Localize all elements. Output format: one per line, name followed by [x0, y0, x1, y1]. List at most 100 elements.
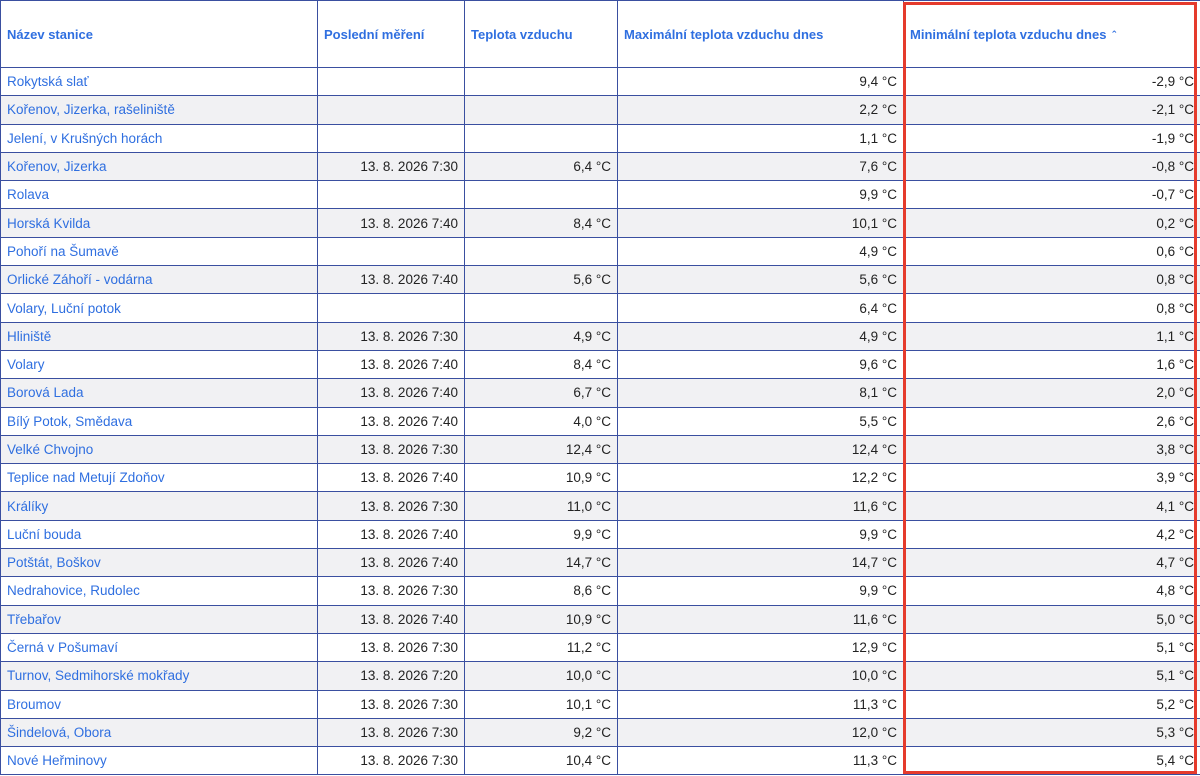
air-temperature-cell: 9,2 °C	[464, 717, 618, 748]
max-temperature-cell: 10,0 °C	[617, 661, 904, 691]
last-measurement-cell: 13. 8. 2026 7:30	[317, 746, 465, 776]
max-temperature-cell: 11,3 °C	[617, 689, 904, 719]
column-header-last-measurement[interactable]: Poslední měření	[317, 0, 465, 68]
air-temperature-cell: 4,0 °C	[464, 406, 618, 436]
air-temperature-cell	[464, 293, 618, 323]
column-header-station-label: Název stanice	[7, 26, 93, 42]
table-row: Borová Lada 13. 8. 2026 7:40 6,7 °C 8,1 °C 2…	[0, 378, 1200, 408]
column-header-max-temperature[interactable]: Maximální teplota vzduchu dnes	[617, 0, 904, 68]
table-body: Rokytská slať 9,4 °C -2,9 °C Kořenov, Jizer…	[0, 66, 1200, 776]
min-temperature-cell: -0,7 °C	[903, 180, 1200, 210]
column-header-last-label: Poslední měření	[324, 26, 425, 42]
min-temperature-cell: 4,2 °C	[903, 519, 1200, 550]
station-name-link[interactable]: Rolava	[0, 180, 318, 210]
station-name-link[interactable]: Bílý Potok, Smědava	[0, 406, 318, 436]
station-name-link[interactable]: Volary	[0, 349, 318, 380]
max-temperature-cell: 11,3 °C	[617, 746, 904, 776]
min-temperature-cell: 1,1 °C	[903, 321, 1200, 351]
air-temperature-cell: 8,4 °C	[464, 208, 618, 238]
last-measurement-cell	[317, 66, 465, 97]
table-row: Kořenov, Jizerka 13. 8. 2026 7:30 6,4 °C 7,…	[0, 151, 1200, 182]
table-row: Nedrahovice, Rudolec 13. 8. 2026 7:30 8,6 …	[0, 576, 1200, 606]
station-name-link[interactable]: Nové Heřminovy	[0, 746, 318, 776]
min-temperature-cell: -2,1 °C	[903, 95, 1200, 125]
station-name-link[interactable]: Horská Kvilda	[0, 208, 318, 238]
station-name-link[interactable]: Broumov	[0, 689, 318, 719]
station-name-link[interactable]: Kořenov, Jizerka, rašeliniště	[0, 95, 318, 125]
last-measurement-cell: 13. 8. 2026 7:40	[317, 406, 465, 436]
air-temperature-cell: 10,9 °C	[464, 604, 618, 634]
min-temperature-cell: 5,0 °C	[903, 604, 1200, 634]
table-row: Velké Chvojno 13. 8. 2026 7:30 12,4 °C 12,4…	[0, 434, 1200, 465]
air-temperature-cell: 8,4 °C	[464, 349, 618, 380]
air-temperature-cell: 4,9 °C	[464, 321, 618, 351]
min-temperature-cell: 1,6 °C	[903, 349, 1200, 380]
station-name-link[interactable]: Kořenov, Jizerka	[0, 151, 318, 182]
station-name-link[interactable]: Luční bouda	[0, 519, 318, 550]
min-temperature-cell: -1,9 °C	[903, 123, 1200, 153]
max-temperature-cell: 8,1 °C	[617, 378, 904, 408]
last-measurement-cell: 13. 8. 2026 7:30	[317, 434, 465, 465]
column-header-station[interactable]: Název stanice	[0, 0, 318, 68]
last-measurement-cell	[317, 123, 465, 153]
last-measurement-cell: 13. 8. 2026 7:40	[317, 463, 465, 493]
table-row: Potštát, Boškov 13. 8. 2026 7:40 14,7 °C 14…	[0, 548, 1200, 578]
min-temperature-cell: 5,1 °C	[903, 632, 1200, 663]
air-temperature-cell: 8,6 °C	[464, 576, 618, 606]
air-temperature-cell: 10,0 °C	[464, 661, 618, 691]
station-name-link[interactable]: Nedrahovice, Rudolec	[0, 576, 318, 606]
station-name-link[interactable]: Šindelová, Obora	[0, 717, 318, 748]
table-row: Teplice nad Metují Zdoňov 13. 8. 2026 7:4…	[0, 463, 1200, 493]
station-name-link[interactable]: Velké Chvojno	[0, 434, 318, 465]
table-row: Černá v Pošumaví 13. 8. 2026 7:30 11,2 °C 1…	[0, 632, 1200, 663]
last-measurement-cell	[317, 236, 465, 267]
station-name-link[interactable]: Teplice nad Metují Zdoňov	[0, 463, 318, 493]
table-row: Kořenov, Jizerka, rašeliniště 2,2 °C -2,1 …	[0, 95, 1200, 125]
station-name-link[interactable]: Turnov, Sedmihorské mokřady	[0, 661, 318, 691]
chevron-up-icon[interactable]: ⌃	[1110, 29, 1118, 40]
max-temperature-cell: 4,9 °C	[617, 236, 904, 267]
station-name-link[interactable]: Hliniště	[0, 321, 318, 351]
table-row: Jelení, v Krušných horách 1,1 °C -1,9 °C	[0, 123, 1200, 153]
max-temperature-cell: 9,9 °C	[617, 180, 904, 210]
min-temperature-cell: 0,2 °C	[903, 208, 1200, 238]
last-measurement-cell: 13. 8. 2026 7:40	[317, 349, 465, 380]
table-row: Orlické Záhoří - vodárna 13. 8. 2026 7:40…	[0, 265, 1200, 295]
table-row: Rokytská slať 9,4 °C -2,9 °C	[0, 66, 1200, 97]
station-name-link[interactable]: Třebařov	[0, 604, 318, 634]
station-name-link[interactable]: Králíky	[0, 491, 318, 521]
table-row: Horská Kvilda 13. 8. 2026 7:40 8,4 °C 10,1 …	[0, 208, 1200, 238]
air-temperature-cell: 10,1 °C	[464, 689, 618, 719]
min-temperature-cell: 3,8 °C	[903, 434, 1200, 465]
max-temperature-cell: 4,9 °C	[617, 321, 904, 351]
station-name-link[interactable]: Rokytská slať	[0, 66, 318, 97]
max-temperature-cell: 9,9 °C	[617, 576, 904, 606]
station-name-link[interactable]: Pohoří na Šumavě	[0, 236, 318, 267]
table-row: Broumov 13. 8. 2026 7:30 10,1 °C 11,3 °C 5,2…	[0, 689, 1200, 719]
min-temperature-cell: 2,0 °C	[903, 378, 1200, 408]
max-temperature-cell: 7,6 °C	[617, 151, 904, 182]
air-temperature-cell: 10,9 °C	[464, 463, 618, 493]
station-name-link[interactable]: Borová Lada	[0, 378, 318, 408]
min-temperature-cell: 0,8 °C	[903, 265, 1200, 295]
table-row: Turnov, Sedmihorské mokřady 13. 8. 2026 7…	[0, 661, 1200, 691]
column-header-min-temperature[interactable]: Minimální teplota vzduchu dnes ⌃	[903, 0, 1200, 68]
air-temperature-cell: 6,4 °C	[464, 151, 618, 182]
column-header-air-temperature[interactable]: Teplota vzduchu	[464, 0, 618, 68]
station-name-link[interactable]: Volary, Luční potok	[0, 293, 318, 323]
station-name-link[interactable]: Černá v Pošumaví	[0, 632, 318, 663]
air-temperature-cell	[464, 95, 618, 125]
station-name-link[interactable]: Orlické Záhoří - vodárna	[0, 265, 318, 295]
last-measurement-cell: 13. 8. 2026 7:40	[317, 519, 465, 550]
min-temperature-cell: 0,6 °C	[903, 236, 1200, 267]
station-name-link[interactable]: Jelení, v Krušných horách	[0, 123, 318, 153]
station-name-link[interactable]: Potštát, Boškov	[0, 548, 318, 578]
min-temperature-cell: 5,1 °C	[903, 661, 1200, 691]
min-temperature-cell: -2,9 °C	[903, 66, 1200, 97]
last-measurement-cell: 13. 8. 2026 7:40	[317, 548, 465, 578]
table-row: Volary 13. 8. 2026 7:40 8,4 °C 9,6 °C 1,6 °C	[0, 349, 1200, 380]
table-row: Volary, Luční potok 6,4 °C 0,8 °C	[0, 293, 1200, 323]
max-temperature-cell: 9,9 °C	[617, 519, 904, 550]
max-temperature-cell: 10,1 °C	[617, 208, 904, 238]
last-measurement-cell: 13. 8. 2026 7:40	[317, 208, 465, 238]
